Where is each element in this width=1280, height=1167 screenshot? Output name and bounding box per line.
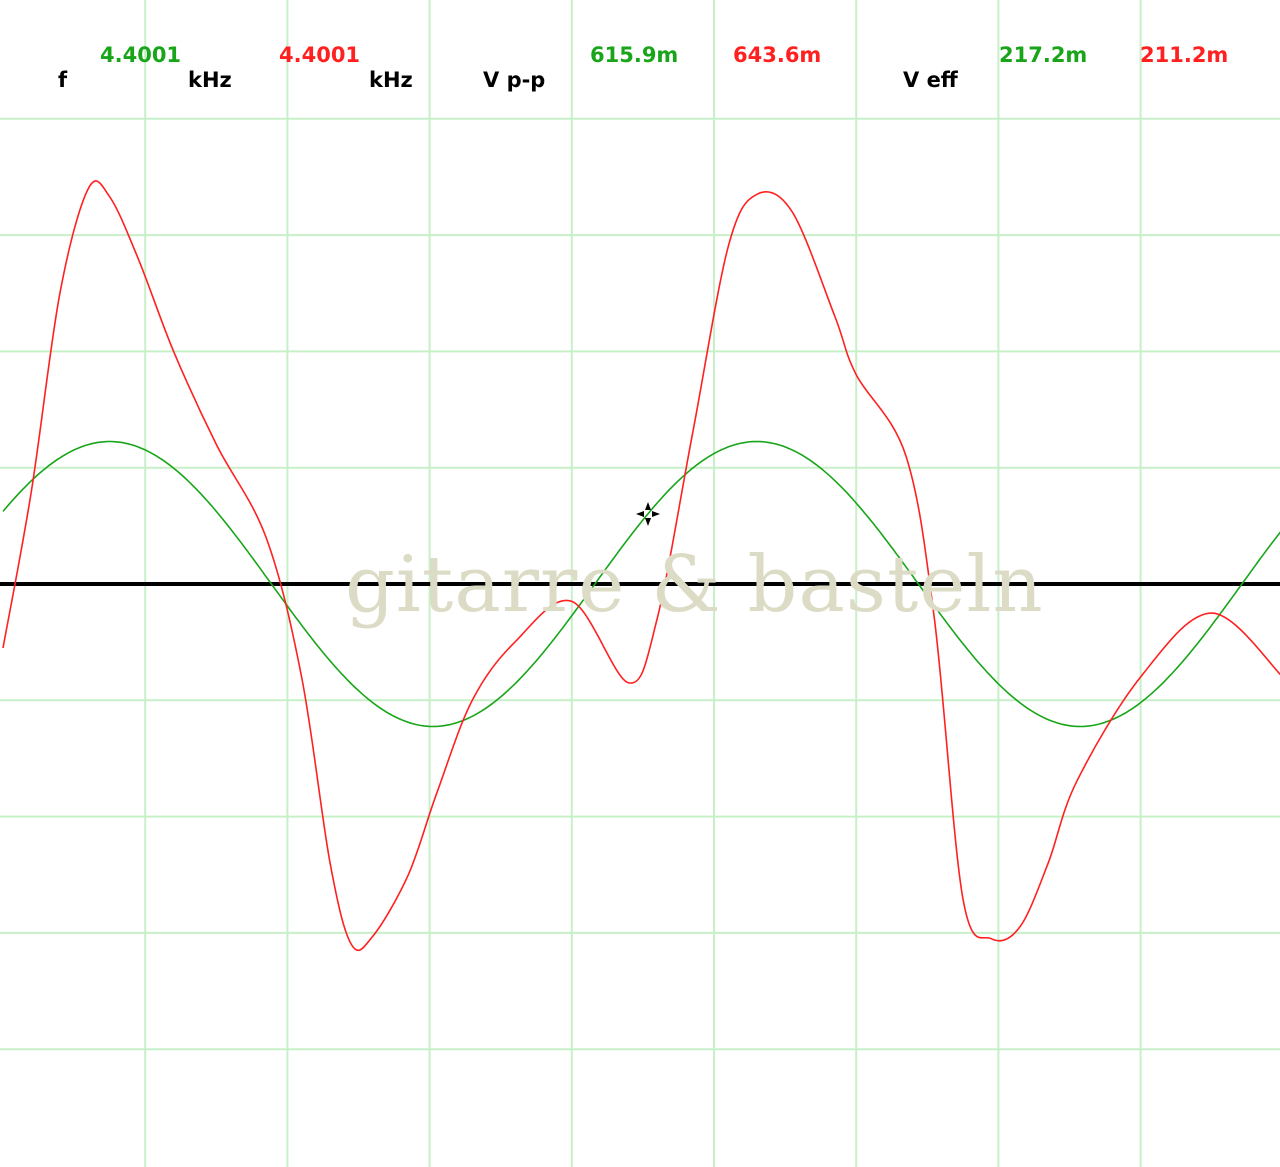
frequency-ch1-unit: kHz [188, 68, 232, 92]
cursor-arrow-up [645, 502, 651, 510]
watermark: gitarre & basteln [345, 540, 1044, 630]
cursor-arrow-left [636, 511, 644, 517]
vpp-ch1-value: 615.9m [590, 43, 679, 67]
vpp-label: V p-p [483, 68, 546, 92]
frequency-ch2-unit: kHz [369, 68, 413, 92]
vpp-ch2-value: 643.6m [733, 43, 822, 67]
veff-label: V eff [903, 68, 958, 92]
frequency-ch1-value: 4.4001 [100, 43, 182, 67]
veff-ch2-value: 211.2m [1140, 43, 1229, 67]
frequency-label: f [58, 68, 68, 92]
frequency-ch2-value: 4.4001 [279, 43, 361, 67]
cursor-arrow-down [645, 518, 651, 526]
cursor-arrow-right [652, 511, 660, 517]
veff-ch1-value: 217.2m [999, 43, 1088, 67]
